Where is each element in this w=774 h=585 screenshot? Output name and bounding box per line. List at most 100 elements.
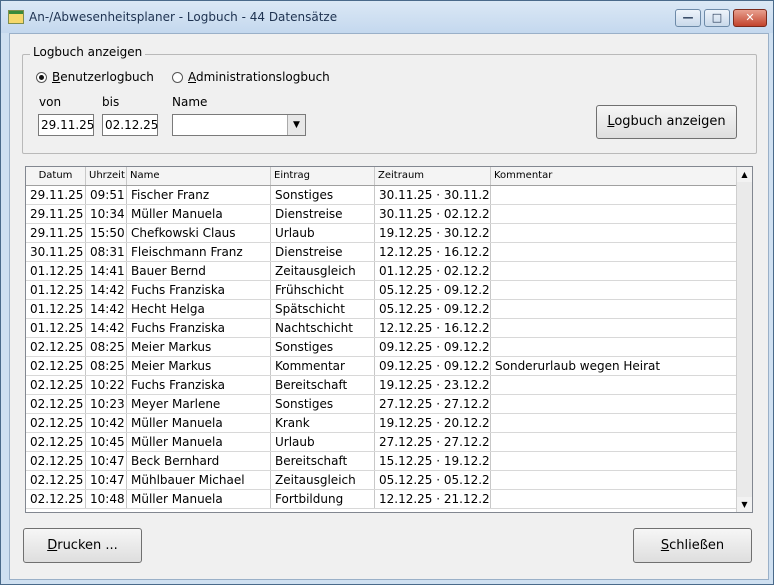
table-row[interactable]: 01.12.25 14:42 Hecht Helga Spätschicht 05.12… <box>26 300 737 319</box>
cell-eintrag: Dienstreise <box>271 205 375 223</box>
logbook-groupbox <box>22 54 757 154</box>
cell-name: Müller Manuela <box>127 433 271 451</box>
chevron-down-icon[interactable]: ▼ <box>287 115 305 135</box>
cell-eintrag: Urlaub <box>271 433 375 451</box>
cell-datum: 02.12.25 <box>26 452 86 470</box>
cell-zeitraum: 27.12.25 · 27.12.25 <box>375 395 491 413</box>
cell-eintrag: Sonstiges <box>271 186 375 204</box>
table-row[interactable]: 02.12.25 10:47 Beck Bernhard Bereitschaft 15… <box>26 452 737 471</box>
column-header-eintrag[interactable]: Eintrag <box>271 167 375 185</box>
cell-zeitraum: 19.12.25 · 23.12.25 <box>375 376 491 394</box>
window-title: An-/Abwesenheitsplaner - Logbuch - 44 Da… <box>29 10 338 24</box>
radio-admin-logbook[interactable]: Administrationslogbuch <box>172 70 330 84</box>
scroll-up-icon[interactable]: ▲ <box>737 167 752 182</box>
table-row[interactable]: 02.12.25 10:47 Mühlbauer Michael Zeitausgle… <box>26 471 737 490</box>
cell-datum: 01.12.25 <box>26 281 86 299</box>
cell-uhrzeit: 14:42 <box>86 319 127 337</box>
radio-selected-icon <box>36 71 47 83</box>
column-header-datum[interactable]: Datum <box>26 167 86 185</box>
close-button[interactable]: Schließen <box>633 528 752 563</box>
show-logbook-button[interactable]: Logbuch anzeigen <box>596 105 737 139</box>
cell-kommentar <box>491 452 737 470</box>
cell-name: Meier Markus <box>127 338 271 356</box>
table-row[interactable]: 02.12.25 08:25 Meier Markus Sonstiges 09.12.… <box>26 338 737 357</box>
column-header-name[interactable]: Name <box>127 167 271 185</box>
table-row[interactable]: 30.11.25 08:31 Fleischmann Franz Dienstreis… <box>26 243 737 262</box>
cell-zeitraum: 30.11.25 · 02.12.25 <box>375 205 491 223</box>
radio-user-logbook[interactable]: Benutzerlogbuch <box>36 70 154 84</box>
table-row[interactable]: 01.12.25 14:42 Fuchs Franziska Nachtschicht… <box>26 319 737 338</box>
von-date-field[interactable]: 29.11.25 <box>38 114 94 136</box>
logbook-table[interactable]: Datum Uhrzeit Name Eintrag Zeitraum Komm… <box>25 166 753 513</box>
cell-kommentar <box>491 186 737 204</box>
cell-kommentar <box>491 471 737 489</box>
close-window-button[interactable]: ✕ <box>733 9 767 27</box>
print-button[interactable]: Drucken ... <box>23 528 142 563</box>
cell-eintrag: Spätschicht <box>271 300 375 318</box>
cell-name: Bauer Bernd <box>127 262 271 280</box>
cell-datum: 29.11.25 <box>26 224 86 242</box>
cell-eintrag: Kommentar <box>271 357 375 375</box>
table-row[interactable]: 02.12.25 10:45 Müller Manuela Urlaub 27.12.2… <box>26 433 737 452</box>
table-row[interactable]: 02.12.25 10:42 Müller Manuela Krank 19.12.25… <box>26 414 737 433</box>
cell-uhrzeit: 10:23 <box>86 395 127 413</box>
cell-uhrzeit: 10:48 <box>86 490 127 508</box>
table-row[interactable]: 02.12.25 10:23 Meyer Marlene Sonstiges 27.12… <box>26 395 737 414</box>
cell-kommentar <box>491 319 737 337</box>
cell-datum: 02.12.25 <box>26 433 86 451</box>
cell-kommentar <box>491 376 737 394</box>
table-row[interactable]: 29.11.25 15:50 Chefkowski Claus Urlaub 19.12… <box>26 224 737 243</box>
cell-uhrzeit: 10:42 <box>86 414 127 432</box>
cell-name: Müller Manuela <box>127 414 271 432</box>
table-row[interactable]: 02.12.25 08:25 Meier Markus Kommentar 09.12.… <box>26 357 737 376</box>
cell-uhrzeit: 08:31 <box>86 243 127 261</box>
table-header: Datum Uhrzeit Name Eintrag Zeitraum Komm… <box>26 167 737 186</box>
cell-datum: 29.11.25 <box>26 186 86 204</box>
radio-admin-label: Administrationslogbuch <box>188 70 330 84</box>
cell-datum: 01.12.25 <box>26 300 86 318</box>
cell-name: Müller Manuela <box>127 205 271 223</box>
app-window: An-/Abwesenheitsplaner - Logbuch - 44 Da… <box>0 0 774 585</box>
cell-name: Mühlbauer Michael <box>127 471 271 489</box>
table-row[interactable]: 01.12.25 14:41 Bauer Bernd Zeitausgleich 01.… <box>26 262 737 281</box>
cell-eintrag: Zeitausgleich <box>271 471 375 489</box>
scroll-down-icon[interactable]: ▼ <box>737 497 752 512</box>
cell-datum: 02.12.25 <box>26 357 86 375</box>
cell-datum: 30.11.25 <box>26 243 86 261</box>
radio-unselected-icon <box>172 71 183 83</box>
cell-uhrzeit: 08:25 <box>86 338 127 356</box>
cell-kommentar <box>491 490 737 508</box>
vertical-scrollbar[interactable]: ▲ ▼ <box>736 167 752 512</box>
cell-kommentar <box>491 262 737 280</box>
table-row[interactable]: 02.12.25 10:48 Müller Manuela Fortbildung 12… <box>26 490 737 509</box>
cell-name: Fischer Franz <box>127 186 271 204</box>
cell-kommentar: Sonderurlaub wegen Heirat <box>495 359 661 373</box>
cell-zeitraum: 12.12.25 · 16.12.25 <box>375 319 491 337</box>
client-area: Logbuch anzeigen Benutzerlogbuch Adminis… <box>9 33 769 580</box>
column-header-kommentar[interactable]: Kommentar <box>491 167 737 185</box>
column-header-zeitraum[interactable]: Zeitraum <box>375 167 491 185</box>
cell-uhrzeit: 10:34 <box>86 205 127 223</box>
column-header-uhrzeit[interactable]: Uhrzeit <box>86 167 127 185</box>
cell-uhrzeit: 10:47 <box>86 471 127 489</box>
cell-name: Hecht Helga <box>127 300 271 318</box>
name-combobox[interactable]: ▼ <box>172 114 306 136</box>
close-icon: ✕ <box>745 11 755 24</box>
cell-datum: 02.12.25 <box>26 395 86 413</box>
cell-zeitraum: 19.12.25 · 30.12.25 <box>375 224 491 242</box>
cell-zeitraum: 19.12.25 · 20.12.25 <box>375 414 491 432</box>
minimize-button[interactable]: — <box>675 9 701 27</box>
table-row[interactable]: 29.11.25 10:34 Müller Manuela Dienstreise 30… <box>26 205 737 224</box>
cell-datum: 02.12.25 <box>26 490 86 508</box>
bis-date-field[interactable]: 02.12.25 <box>102 114 158 136</box>
cell-zeitraum: 15.12.25 · 19.12.25 <box>375 452 491 470</box>
table-row[interactable]: 01.12.25 14:42 Fuchs Franziska Frühschicht 0… <box>26 281 737 300</box>
table-row[interactable]: 29.11.25 09:51 Fischer Franz Sonstiges 30.11… <box>26 186 737 205</box>
table-row[interactable]: 02.12.25 10:22 Fuchs Franziska Bereitschaft… <box>26 376 737 395</box>
cell-kommentar <box>491 433 737 451</box>
cell-datum: 02.12.25 <box>26 376 86 394</box>
maximize-button[interactable]: □ <box>704 9 730 27</box>
title-bar[interactable]: An-/Abwesenheitsplaner - Logbuch - 44 Da… <box>1 1 773 33</box>
cell-eintrag: Sonstiges <box>271 338 375 356</box>
cell-name: Meyer Marlene <box>127 395 271 413</box>
